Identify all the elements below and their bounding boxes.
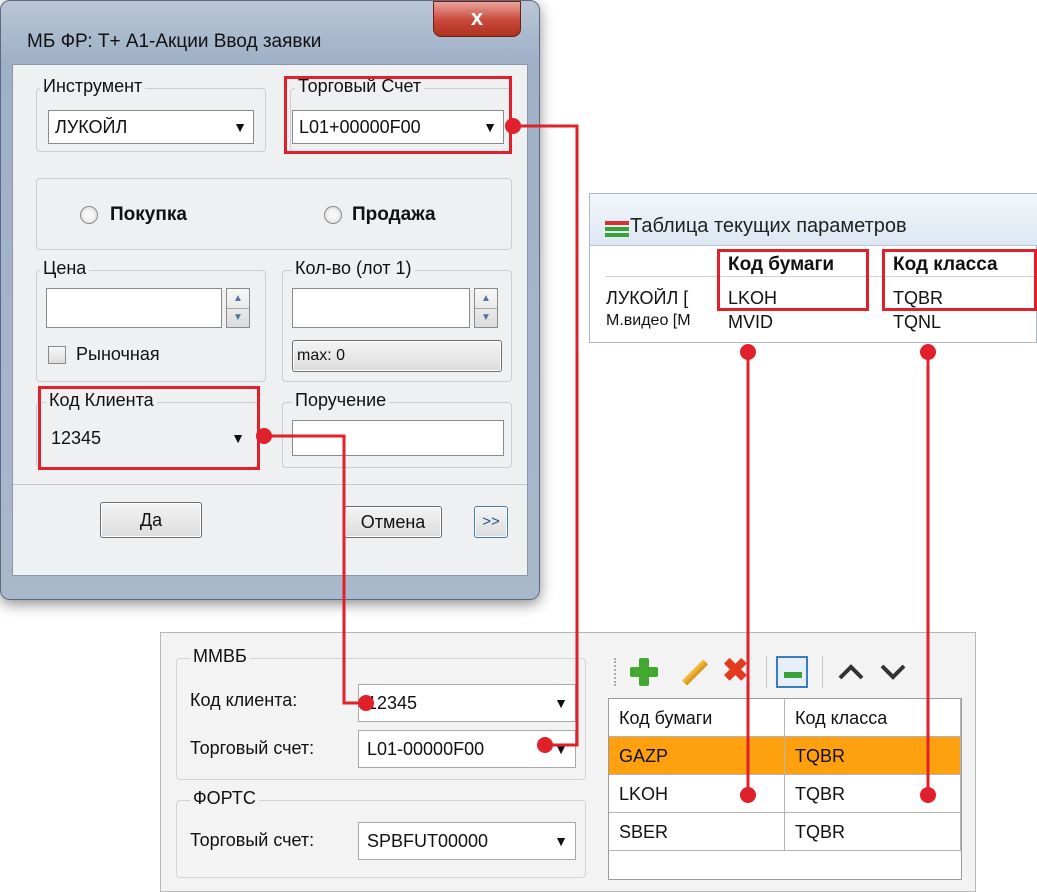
connector-lines: [264, 124, 930, 795]
connector-dot: [920, 344, 936, 360]
account-connector: [513, 124, 579, 747]
connector-dot: [358, 695, 374, 711]
connector-dot: [505, 118, 521, 134]
connector-dot: [256, 428, 272, 444]
connector-dot: [740, 787, 756, 803]
connector-dot: [740, 344, 756, 360]
client-code-connector: [264, 434, 366, 705]
connector-dot: [537, 737, 553, 753]
connector-dot: [920, 787, 936, 803]
